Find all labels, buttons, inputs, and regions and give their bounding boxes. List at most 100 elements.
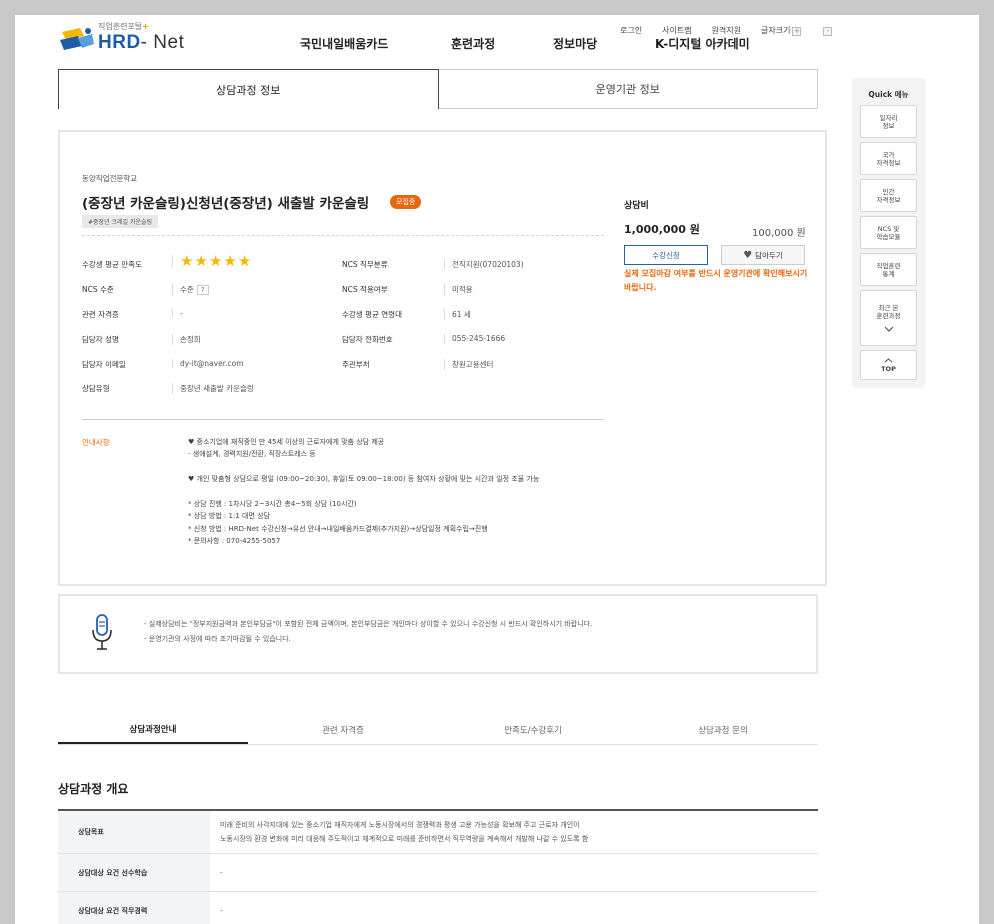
top-label: TOP [881,364,896,373]
guide-line: ♥ 개인 맞춤형 상담으로 평일 (09:00~20:30), 휴일(토 09:… [188,475,540,484]
detail-tabs: 상담과정안내 관련 자격증 만족도/수강후기 상담과정 문의 [58,715,818,745]
tab-course-info[interactable]: 상담과정 정보 [58,69,439,109]
save-button-label: 담아두기 [755,250,783,260]
nav-k-digital-academy[interactable]: K-디지털 아카데미 [655,35,750,52]
cert-value: - [172,309,183,318]
table-row: 상담목표 미래 준비의 사각지대에 있는 중소기업 재직자에게 노동시장에서의 … [58,811,818,854]
star-icon: ★ [208,252,223,270]
page: 로그인 사이트맵 원격지원 글자크기 + - 직업훈련포털+ HRD- Net 국민… [15,15,979,924]
dept-value: 창원고용센터 [444,359,493,370]
apply-button[interactable]: 수강신청 [624,245,708,265]
logo-subtitle-text: 직업훈련포털 [98,22,143,31]
notice-line: - 실제상담비는 "정부지원금액과 본인부담금"이 포함된 전체 금액이며, 본… [144,620,593,628]
star-icon: ★ [180,252,194,270]
course-info-tabs: 상담과정 정보 운영기관 정보 [58,69,818,109]
logo-wordmark: HRD- Net [98,32,184,54]
overview-table: 상담목표 미래 준비의 사각지대에 있는 중소기업 재직자에게 노동시장에서의 … [58,809,818,924]
price-self-pay: 100,000 원 [752,228,806,239]
quick-menu: Quick 메뉴 일자리 정보 국가 자격정보 민간 자격정보 NCS 및 학습… [852,78,925,388]
nav-training-course[interactable]: 훈련과정 [451,35,553,52]
price-total: 1,000,000 원 [624,223,700,236]
microphone-icon [92,614,112,650]
age-label: 수강생 평균 연령대 [342,310,402,319]
tab-course-guide[interactable]: 상담과정안내 [58,715,248,744]
guide-line: * 상담 방법 : 1:1 대면 상담 [188,512,270,521]
guide-line: ♥ 중소기업에 재직중인 만 45세 이상의 근로자에게 맞춤 상담 제공 [188,438,385,446]
table-head: 상담목표 [58,811,210,853]
main-navigation: 국민내일배움카드 훈련과정 정보마당 K-디지털 아카데미 [300,35,750,52]
cert-label: 관련 자격증 [82,310,119,319]
ncs-category-value: 전직지원(07020103) [444,259,524,270]
email-label: 담당자 이메일 [82,360,126,369]
logo-mark-icon [60,28,94,50]
table-cell: - [220,906,223,915]
manager-label: 담당자 성명 [82,335,119,344]
ncs-level-text: 수준 [180,285,194,294]
table-row: 상담대상 요건 선수학습 - [58,854,818,892]
logo-plus: + [142,22,149,31]
help-icon[interactable]: ? [196,285,209,295]
tab-course-inquiry[interactable]: 상담과정 문의 [628,715,818,744]
overview-title: 상담과정 개요 [58,782,129,796]
quick-national-cert[interactable]: 국가 자격정보 [860,142,917,175]
ncs-level-label: NCS 수준 [82,285,114,294]
divider [82,235,604,236]
font-increase-button[interactable]: + [792,27,802,36]
font-decrease-button[interactable]: - [823,27,833,36]
ncs-level-value: 수준? [172,284,209,295]
font-size-label: 글자크기 [761,26,791,35]
table-cell: - [220,868,223,877]
guide-line: * 신청 방법 : HRD-Net 수강신청→유선 안내→내일배움카드결제(추가… [188,524,488,533]
nav-tomorrow-card[interactable]: 국민내일배움카드 [300,35,451,52]
quick-top-button[interactable]: TOP [860,350,917,380]
recent-courses-label: 최근 본 훈련과정 [876,303,901,320]
hrd-net-logo[interactable]: 직업훈련포털+ HRD- Net [58,20,198,54]
notice-text: - 실제상담비는 "정부지원금액과 본인부담금"이 포함된 전체 금액이며, 본… [144,617,592,647]
nav-info-square[interactable]: 정보마당 [553,35,655,52]
type-value: 중장년 새출발 카운슬링 [172,383,254,394]
chevron-down-icon [884,326,893,332]
guide-line [188,486,539,498]
notice-box: - 실제상담비는 "정부지원금액과 본인부담금"이 포함된 전체 금액이며, 본… [58,594,818,674]
quick-recent-courses[interactable]: 최근 본 훈련과정 [860,290,917,346]
quick-ncs-module[interactable]: NCS 및 학습모듈 [860,216,917,249]
star-icon: ★ [237,252,252,270]
satisfaction-label: 수강생 평균 만족도 [82,260,142,269]
quick-menu-title: Quick 메뉴 [868,90,909,99]
guide-line [188,461,539,473]
course-tag[interactable]: #중장년 크레길 카운슬링 [82,215,159,228]
table-head: 상담대상 요건 직무경력 [58,892,210,924]
font-size-control: 글자크기 + - [761,25,852,36]
phone-label: 담당자 전화번호 [342,335,393,344]
guide-line: * 문의사항 : 070-4255-5057 [188,537,281,546]
price-warning: 실제 모집마감 여부를 반드시 운영기관에 확인해보시기 바랍니다. [624,269,808,292]
tab-reviews[interactable]: 만족도/수강후기 [438,715,628,744]
institution-name: 동양직업전문학교 [82,174,138,183]
phone-value: 055-245-1666 [444,334,505,343]
price-label: 상담비 [624,201,649,211]
guide-label: 안내사항 [82,438,110,447]
notice-line: - 운영기관의 사정에 따라 조기마감될 수 있습니다. [144,635,291,643]
quick-training-stats[interactable]: 직업훈련 통계 [860,253,917,286]
logo-subtitle: 직업훈련포털+ [98,21,149,32]
guide-line: * 상담 진행 : 1차시당 2~3시간 총4~5회 상담 (10시간) [188,500,357,508]
status-badge: 모집중 [390,195,422,209]
tab-institution-info[interactable]: 운영기관 정보 [438,69,818,109]
email-value: dy-it@naver.com [172,359,244,368]
table-head: 상담대상 요건 선수학습 [58,854,210,891]
chevron-up-icon [884,357,893,362]
table-row: 상담대상 요건 직무경력 - [58,892,818,924]
heart-icon: ♥ [743,249,753,261]
guide-line: - 생애설계, 경력지원/전환, 직장스트레스 등 [188,450,316,459]
table-cell: 미래 준비의 사각지대에 있는 중소기업 재직자에게 노동시장에서의 경쟁력과 … [220,821,589,843]
age-value: 61 세 [444,309,471,320]
ncs-category-label: NCS 직무분류 [342,260,388,269]
star-icon: ★ [223,252,237,270]
save-button[interactable]: ♥ 담아두기 [721,245,805,265]
course-info-panel: 동양직업전문학교 (중장년 카운슬링)신청년(중장년) 새출발 카운슬링 모집중… [58,130,827,586]
quick-private-cert[interactable]: 민간 자격정보 [860,179,917,212]
tab-related-certs[interactable]: 관련 자격증 [248,715,438,744]
quick-job-info[interactable]: 일자리 정보 [860,105,917,138]
divider [82,419,604,420]
rating-stars: ★ ★ ★ ★ ★ [172,252,252,270]
